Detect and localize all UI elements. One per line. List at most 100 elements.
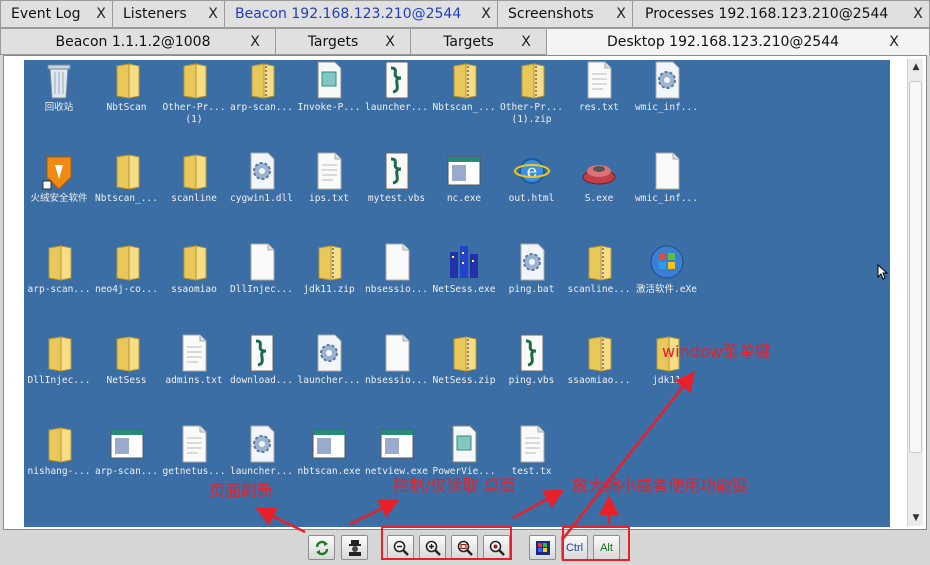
scrollbar-thumb[interactable]: [909, 81, 922, 453]
desktop-icon[interactable]: wmic_inf...: [632, 151, 702, 237]
desktop-icon[interactable]: neo4j-co...: [92, 242, 162, 328]
tab-label: Targets: [307, 33, 359, 50]
text-file-icon: [176, 333, 212, 373]
scroll-down-icon[interactable]: ▼: [908, 510, 924, 526]
exe-window-icon: [311, 424, 347, 464]
tab-close-icon[interactable]: X: [907, 6, 929, 22]
desktop-icon-label: DllInjec...: [27, 375, 91, 386]
desktop-icon[interactable]: Invoke-P...: [294, 60, 364, 146]
tab-label: Desktop 192.168.123.210@2544: [606, 34, 840, 50]
control-toggle-button[interactable]: [341, 535, 368, 560]
scroll-up-icon[interactable]: ▲: [908, 59, 924, 75]
desktop-icon[interactable]: 火绒安全软件: [24, 151, 94, 237]
refresh-button[interactable]: [308, 535, 335, 560]
settings-file-icon: [514, 242, 550, 282]
tab-beacon-1112[interactable]: Beacon 1.1.1.2@1008 X: [0, 28, 276, 55]
desktop-icon[interactable]: DllInjec...: [24, 333, 94, 419]
tab-close-icon[interactable]: X: [90, 6, 112, 22]
desktop-icon[interactable]: nbtscan.exe: [294, 424, 364, 510]
desktop-icon-label: ping.bat: [508, 284, 555, 295]
desktop-icon-label: nbsessio...: [365, 375, 428, 386]
tab-close-icon[interactable]: X: [370, 34, 410, 50]
windows-key-button[interactable]: [529, 535, 556, 560]
desktop-icon[interactable]: download...: [227, 333, 297, 419]
tab-label: Targets: [443, 33, 494, 50]
annotation-control: 控制/仅读取 桌面: [393, 476, 516, 495]
desktop-icon-label: arp-scan...: [27, 284, 91, 295]
desktop-icon[interactable]: nc.exe: [429, 151, 499, 237]
desktop-icon[interactable]: scanline: [159, 151, 229, 237]
blank-file-icon: [379, 333, 415, 373]
desktop-icon-label: S.exe: [584, 193, 614, 204]
desktop-icon[interactable]: DllInjec...: [227, 242, 297, 328]
remote-desktop[interactable]: 回收站 NbtScan Other-Pr... (1) arp-scan... Invo…: [24, 60, 890, 527]
desktop-icon[interactable]: Other-Pr... (1): [159, 60, 229, 146]
exe-window-icon: [446, 151, 482, 191]
desktop-icon[interactable]: ips.txt: [294, 151, 364, 237]
windows-flag-icon: [535, 540, 550, 555]
desktop-icon[interactable]: cygwin1.dll: [227, 151, 297, 237]
desktop-icon[interactable]: res.txt: [564, 60, 634, 146]
desktop-icon-label: ssaomiao...: [567, 375, 631, 386]
desktop-icon-label: nbsessio...: [365, 284, 428, 295]
desktop-icon-label: Other-Pr... (1): [162, 102, 226, 125]
desktop-icon[interactable]: mytest.vbs: [362, 151, 432, 237]
desktop-icon[interactable]: launcher...: [362, 60, 432, 146]
tab-close-icon[interactable]: X: [475, 6, 497, 22]
tab-screenshots[interactable]: Screenshots X: [498, 0, 633, 28]
desktop-icon[interactable]: PowerVie...: [429, 424, 499, 510]
desktop-icon-label: Invoke-P...: [297, 102, 361, 113]
desktop-icon[interactable]: nishang-...: [24, 424, 94, 510]
desktop-icon[interactable]: launcher...: [294, 333, 364, 419]
tab-label: Screenshots: [508, 6, 594, 22]
desktop-icon[interactable]: S.exe: [564, 151, 634, 237]
tab-close-icon[interactable]: X: [506, 34, 546, 50]
desktop-icon[interactable]: NetSess: [92, 333, 162, 419]
desktop-icon[interactable]: ssaomiao...: [564, 333, 634, 419]
desktop-icon[interactable]: Nbtscan_...: [429, 60, 499, 146]
folder-icon: [109, 333, 145, 373]
tab-beacon[interactable]: Beacon 192.168.123.210@2544 X: [225, 0, 498, 28]
tab-targets-1[interactable]: Targets X: [276, 28, 411, 55]
desktop-icon[interactable]: Nbtscan_...: [92, 151, 162, 237]
desktop-icon[interactable]: ping.vbs: [497, 333, 567, 419]
desktop-icon-label: Nbtscan_...: [432, 102, 496, 113]
desktop-icon-label: arp-scan...: [230, 102, 293, 113]
desktop-icon[interactable]: NbtScan: [92, 60, 162, 146]
desktop-icon[interactable]: nbsessio...: [362, 333, 432, 419]
desktop-icon-label: admins.txt: [165, 375, 223, 386]
desktop-icon[interactable]: NetSess.zip: [429, 333, 499, 419]
desktop-icon[interactable]: scanline...: [564, 242, 634, 328]
desktop-icon[interactable]: ping.bat: [497, 242, 567, 328]
desktop-icon[interactable]: wmic_inf...: [632, 60, 702, 146]
desktop-icon[interactable]: e out.html: [497, 151, 567, 237]
vertical-scrollbar[interactable]: ▲ ▼: [907, 59, 923, 526]
desktop-icon[interactable]: 激活软件.eXe: [632, 242, 702, 328]
tab-close-icon[interactable]: X: [610, 6, 632, 22]
tab-listeners[interactable]: Listeners X: [113, 0, 225, 28]
desktop-icon[interactable]: nbsessio...: [362, 242, 432, 328]
desktop-icon[interactable]: jdk11.zip: [294, 242, 364, 328]
desktop-icon[interactable]: ssaomiao: [159, 242, 229, 328]
tab-processes[interactable]: Processes 192.168.123.210@2544 X: [633, 0, 930, 28]
tab-close-icon[interactable]: X: [235, 34, 275, 50]
tab-close-icon[interactable]: X: [202, 6, 224, 22]
desktop-icon[interactable]: arp-scan...: [24, 242, 94, 328]
desktop-icon[interactable]: admins.txt: [159, 333, 229, 419]
annotation-zoom: 放大缩小或者使用功能键: [572, 476, 749, 495]
desktop-icon[interactable]: arp-scan...: [227, 60, 297, 146]
desktop-icon-label: mytest.vbs: [367, 193, 426, 204]
desktop-icon[interactable]: test.tx: [497, 424, 567, 510]
tab-event-log[interactable]: Event Log X: [0, 0, 113, 28]
desktop-icon[interactable]: 回收站: [24, 60, 94, 146]
huorong-icon: [41, 151, 77, 191]
desktop-icon[interactable]: Other-Pr... (1).zip: [497, 60, 567, 146]
tab-close-icon[interactable]: X: [859, 34, 929, 50]
settings-file-icon: [244, 424, 280, 464]
desktop-icon[interactable]: arp-scan...: [92, 424, 162, 510]
desktop-icon[interactable]: NetSess.exe: [429, 242, 499, 328]
settings-file-icon: [244, 151, 280, 191]
tab-targets-2[interactable]: Targets X: [411, 28, 547, 55]
desktop-icon[interactable]: netview.exe: [362, 424, 432, 510]
tab-desktop[interactable]: Desktop 192.168.123.210@2544 X: [547, 28, 930, 55]
